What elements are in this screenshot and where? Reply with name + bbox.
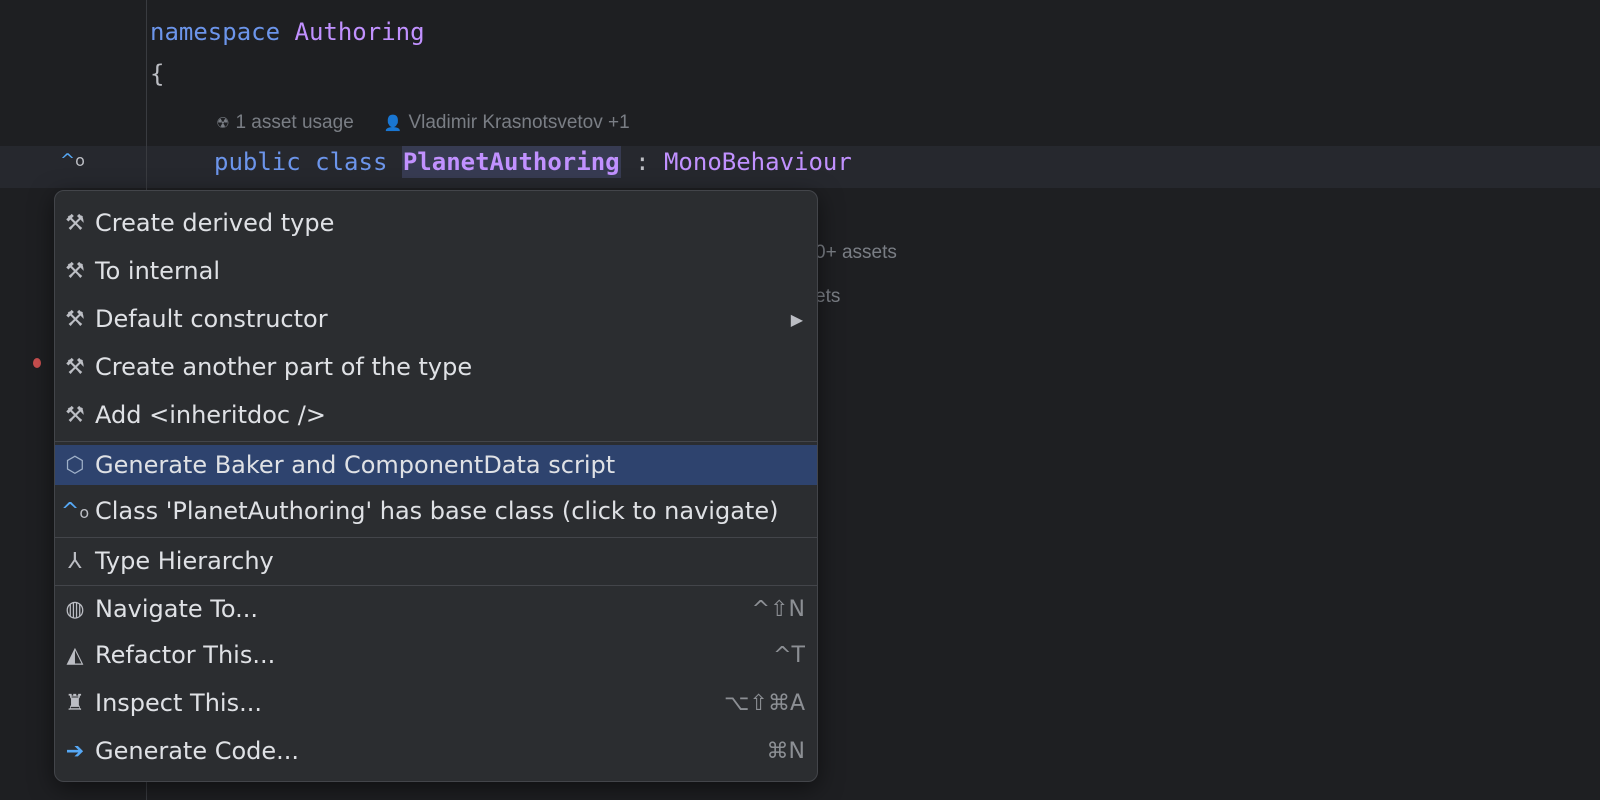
menu-item-label: Create another part of the type <box>95 353 473 381</box>
code-line-class[interactable]: public class PlanetAuthoring : MonoBehav… <box>214 146 852 178</box>
menu-item-create-derived-type[interactable]: ⚒ Create derived type <box>55 201 817 245</box>
menu-item-label: Navigate To... <box>95 595 259 623</box>
keyword: namespace <box>150 18 281 46</box>
keyword-public: public <box>214 148 301 176</box>
hammer-icon: ⚒ <box>65 306 85 332</box>
base-class-icon: ^o <box>60 498 90 524</box>
menu-item-label: Generate Code... <box>95 737 300 765</box>
partial-hint-2: ets <box>815 286 841 307</box>
context-actions-popup: ⚒ Create derived type ⚒ To internal ⚒ De… <box>54 190 818 782</box>
base-class-name[interactable]: MonoBehaviour <box>664 148 852 176</box>
menu-item-base-class[interactable]: ^o Class 'PlanetAuthoring' has base clas… <box>55 489 817 533</box>
hammer-icon: ⚒ <box>65 354 85 380</box>
menu-item-label: Class 'PlanetAuthoring' has base class (… <box>95 497 779 525</box>
menu-item-to-internal[interactable]: ⚒ To internal <box>55 249 817 293</box>
menu-item-label: Default constructor <box>95 305 328 333</box>
menu-separator <box>55 441 817 442</box>
menu-item-refactor-this[interactable]: ◭ Refactor This... ^T <box>55 633 817 677</box>
generate-code-icon: ➔ <box>65 738 85 764</box>
code-line-brace[interactable]: { <box>150 60 164 88</box>
menu-item-create-another-part[interactable]: ⚒ Create another part of the type <box>55 345 817 389</box>
shortcut: ⌘N <box>766 738 805 764</box>
unity-icon: ⬡ <box>65 452 85 478</box>
hierarchy-icon: ⅄ <box>68 548 82 574</box>
refactor-icon: ◭ <box>66 642 84 668</box>
menu-item-default-constructor[interactable]: ⚒ Default constructor ▶ <box>55 297 817 341</box>
submenu-arrow-icon: ▶ <box>790 309 803 329</box>
menu-separator <box>55 585 817 586</box>
menu-item-navigate-to[interactable]: ◍ Navigate To... ^⇧N <box>55 587 817 631</box>
menu-item-label: Generate Baker and ComponentData script <box>95 451 616 479</box>
base-class-gutter-icon[interactable]: ^o <box>60 150 85 171</box>
menu-item-label: Create derived type <box>95 209 335 237</box>
code-vision-hints: ☢ 1 asset usage 👤 Vladimir Krasnotsvetov… <box>216 112 630 134</box>
menu-item-label: Inspect This... <box>95 689 262 717</box>
shortcut: ^T <box>773 642 805 668</box>
code-line-namespace[interactable]: namespace Authoring <box>150 18 425 46</box>
menu-item-label: Refactor This... <box>95 641 276 669</box>
menu-item-label: Type Hierarchy <box>95 547 274 575</box>
inspect-icon: ♜ <box>65 690 85 716</box>
menu-separator <box>55 537 817 538</box>
class-name[interactable]: PlanetAuthoring <box>401 146 621 178</box>
keyword-class: class <box>315 148 388 176</box>
namespace-name: Authoring <box>294 18 425 46</box>
hammer-icon: ⚒ <box>65 402 85 428</box>
author-icon: 👤 <box>383 115 403 132</box>
hammer-icon: ⚒ <box>65 210 85 236</box>
menu-item-label: Add <inheritdoc /> <box>95 401 326 429</box>
author-hint[interactable]: Vladimir Krasnotsvetov +1 <box>408 112 629 134</box>
shortcut: ^⇧N <box>751 596 805 622</box>
menu-item-type-hierarchy[interactable]: ⅄ Type Hierarchy <box>55 539 817 583</box>
hammer-icon: ⚒ <box>65 258 85 284</box>
partial-hint-1: 0+ assets <box>815 242 897 263</box>
unity-asset-icon: ☢ <box>216 115 230 132</box>
menu-item-add-inheritdoc[interactable]: ⚒ Add <inheritdoc /> <box>55 393 817 437</box>
menu-item-generate-baker[interactable]: ⬡ Generate Baker and ComponentData scrip… <box>55 445 817 485</box>
colon: : <box>635 148 650 176</box>
menu-item-generate-code[interactable]: ➔ Generate Code... ⌘N <box>55 729 817 773</box>
breakpoint-marker[interactable] <box>33 358 41 368</box>
navigate-icon: ◍ <box>65 596 85 622</box>
menu-item-label: To internal <box>95 257 220 285</box>
shortcut: ⌥⇧⌘A <box>724 690 805 716</box>
asset-usage-hint[interactable]: 1 asset usage <box>235 112 353 134</box>
menu-item-inspect-this[interactable]: ♜ Inspect This... ⌥⇧⌘A <box>55 681 817 725</box>
